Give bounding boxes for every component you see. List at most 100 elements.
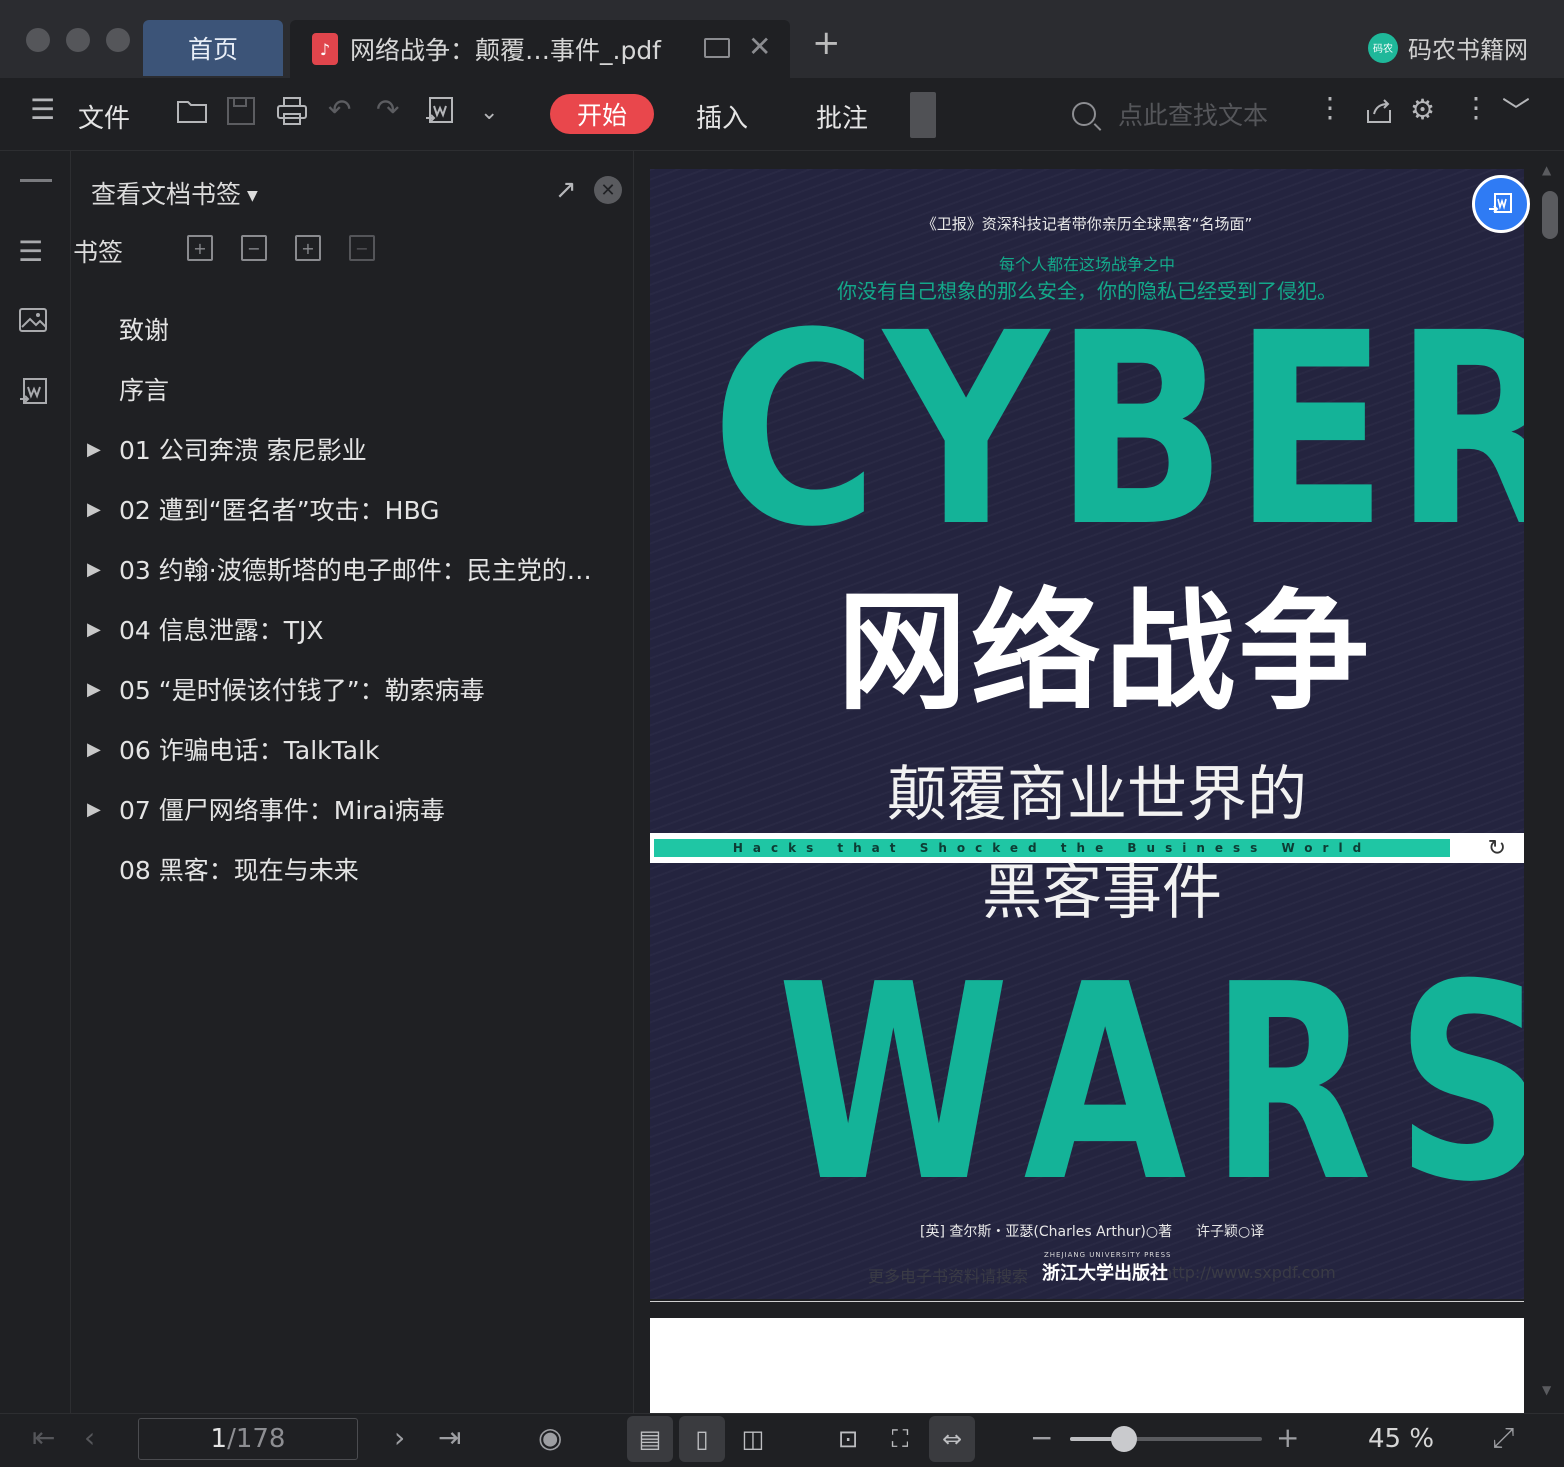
- page-number-field[interactable]: 1/178: [138, 1418, 358, 1460]
- cover-press: 浙江大学出版社: [1042, 1263, 1168, 1284]
- cover-author: [英] 查尔斯・亚瑟(Charles Arthur)○著: [920, 1224, 1173, 1240]
- redo-icon[interactable]: ↷: [376, 96, 399, 124]
- pop-out-arrow-icon[interactable]: ↗: [555, 175, 577, 205]
- brand[interactable]: 码农 码农书籍网: [1368, 30, 1528, 65]
- more-vertical-icon[interactable]: ⋮: [1316, 94, 1344, 122]
- window-minimize-button[interactable]: [66, 28, 90, 52]
- cover-subtitle2: 黑客事件: [982, 858, 1222, 928]
- expand-arrow-icon[interactable]: ▶: [87, 799, 101, 820]
- app-window: 首页 ♪ 网络战争：颠覆…事件_.pdf ✕ + 码农 码农书籍网 ☰ 文件 ↶…: [0, 0, 1564, 1467]
- expand-arrow-icon[interactable]: ▶: [87, 679, 101, 700]
- first-page-icon[interactable]: ⇤: [32, 1424, 55, 1452]
- fit-page-icon[interactable]: ⛶: [877, 1416, 923, 1462]
- floating-convert-button[interactable]: [1472, 175, 1530, 233]
- bookmarks-label: 书签: [73, 238, 124, 267]
- fullscreen-icon[interactable]: ⤢: [1492, 1424, 1514, 1452]
- cover-cyber-word: CYBER: [711, 277, 1524, 585]
- outline-item[interactable]: 08 黑客：现在与未来: [71, 839, 631, 899]
- single-page-view-icon[interactable]: ▯: [679, 1416, 725, 1462]
- cover-wars-word: WARS: [777, 926, 1524, 1241]
- cover-band-text: Hacks that Shocked the Business World: [654, 839, 1450, 857]
- delete-bookmark-icon[interactable]: −: [349, 235, 375, 261]
- outline-item[interactable]: ▶ 05 “是时候该付钱了”：勒索病毒: [71, 659, 631, 719]
- zoom-slider-knob[interactable]: [1110, 1426, 1137, 1452]
- expand-arrow-icon[interactable]: ▶: [87, 499, 101, 520]
- cover-press-en: ZHEJIANG UNIVERSITY PRESS: [1044, 1251, 1172, 1259]
- outline-list-icon[interactable]: ☰: [18, 235, 43, 268]
- document-view[interactable]: 《卫报》资深科技记者带你亲历全球黑客“名场面” 每个人都在这场战争之中 你没有自…: [634, 151, 1564, 1413]
- search-input[interactable]: 点此查找文本: [1118, 96, 1268, 132]
- left-rail: ☰: [0, 151, 71, 1413]
- outline-item[interactable]: ▶ 03 约翰·波德斯塔的电子邮件：民主党的…: [71, 539, 631, 599]
- page-separator: [650, 1301, 1524, 1302]
- outline-item[interactable]: ▶ 06 诈骗电话：TalkTalk: [71, 719, 631, 779]
- outline-item[interactable]: 序言: [71, 359, 631, 419]
- expand-all-icon[interactable]: +: [187, 235, 213, 261]
- window-zoom-button[interactable]: [106, 28, 130, 52]
- more-dropdown-icon[interactable]: ⌄: [480, 102, 498, 124]
- eye-protection-icon[interactable]: ◉: [538, 1424, 562, 1452]
- panel-title-dropdown[interactable]: 查看文档书签 ▼: [91, 175, 258, 211]
- collapse-all-icon[interactable]: −: [241, 235, 267, 261]
- tab-annotate[interactable]: 批注: [816, 98, 868, 135]
- print-icon[interactable]: [276, 96, 308, 131]
- tab-insert[interactable]: 插入: [696, 98, 748, 135]
- zoom-in-icon[interactable]: +: [1276, 1424, 1299, 1452]
- thumbnail-image-icon[interactable]: [18, 307, 48, 340]
- expand-arrow-icon[interactable]: ▶: [87, 739, 101, 760]
- previous-page-icon[interactable]: ‹: [84, 1424, 95, 1452]
- outline-item-label: 04 信息泄露：TJX: [119, 616, 324, 645]
- window-close-button[interactable]: [26, 28, 50, 52]
- search-box[interactable]: 点此查找文本: [1072, 94, 1268, 134]
- continuous-view-icon[interactable]: ▤: [627, 1416, 673, 1462]
- outline-item[interactable]: ▶ 01 公司奔溃 索尼影业: [71, 419, 631, 479]
- pdf-file-icon: ♪: [312, 33, 338, 65]
- caret-down-icon: ▼: [247, 188, 258, 204]
- file-menu[interactable]: 文件: [78, 98, 130, 135]
- tab-home[interactable]: 首页: [143, 20, 283, 76]
- expand-arrow-icon[interactable]: ▶: [87, 559, 101, 580]
- last-page-icon[interactable]: ⇥: [438, 1424, 461, 1452]
- bookmark-outline: 致谢 序言 ▶ 01 公司奔溃 索尼影业 ▶ 02 遭到“匿名者”攻击：HBG ▶ 03 约翰…: [71, 299, 631, 899]
- fit-width-icon[interactable]: ⇔: [929, 1416, 975, 1462]
- expand-arrow-icon[interactable]: ▶: [87, 439, 101, 460]
- convert-doc-icon[interactable]: [18, 377, 50, 416]
- bookmark-panel: 查看文档书签 ▼ ↗ ✕ 书签 + − + − 致谢 序言 ▶ 01 公司奔溃 索尼影业…: [71, 151, 634, 1413]
- outline-item[interactable]: ▶ 02 遭到“匿名者”攻击：HBG: [71, 479, 631, 539]
- ribbon-scroll-handle[interactable]: [910, 92, 936, 138]
- vertical-scrollbar[interactable]: [1542, 191, 1558, 239]
- two-page-view-icon[interactable]: ◫: [730, 1416, 776, 1462]
- collapse-ribbon-chevron-icon[interactable]: ﹀: [1502, 98, 1530, 126]
- open-folder-icon[interactable]: [176, 96, 208, 129]
- actual-size-icon[interactable]: ⊡: [825, 1416, 871, 1462]
- total-pages: /178: [227, 1424, 286, 1454]
- overflow-menu-icon[interactable]: ⋮: [1462, 94, 1490, 122]
- panel-toggle-icon[interactable]: [20, 179, 52, 182]
- close-tab-icon[interactable]: ✕: [748, 30, 771, 63]
- outline-item[interactable]: ▶ 07 僵尸网络事件：Mirai病毒: [71, 779, 631, 839]
- new-tab-button[interactable]: +: [812, 26, 841, 60]
- next-page-icon[interactable]: ›: [394, 1424, 405, 1452]
- add-bookmark-icon[interactable]: +: [295, 235, 321, 261]
- scroll-down-arrow-icon[interactable]: ▼: [1542, 1383, 1551, 1397]
- convert-to-word-icon[interactable]: [424, 96, 456, 133]
- zoom-out-icon[interactable]: −: [1030, 1424, 1053, 1452]
- settings-gear-icon[interactable]: ⚙: [1410, 96, 1435, 124]
- zoom-level[interactable]: 45 %: [1368, 1424, 1434, 1454]
- zoom-slider[interactable]: [1070, 1426, 1262, 1452]
- share-icon[interactable]: [1364, 96, 1394, 131]
- outline-item[interactable]: 致谢: [71, 299, 631, 359]
- monitor-icon[interactable]: [704, 38, 730, 58]
- outline-item[interactable]: ▶ 04 信息泄露：TJX: [71, 599, 631, 659]
- cover-watermark-url: http://www.sxpdf.com: [1162, 1263, 1336, 1282]
- scroll-up-arrow-icon[interactable]: ▲: [1542, 163, 1551, 177]
- hamburger-menu-icon[interactable]: ☰: [30, 96, 55, 124]
- tab-start[interactable]: 开始: [550, 94, 654, 134]
- expand-arrow-icon[interactable]: ▶: [87, 619, 101, 640]
- save-icon[interactable]: [226, 96, 256, 131]
- undo-icon[interactable]: ↶: [328, 96, 351, 124]
- tab-document[interactable]: ♪ 网络战争：颠覆…事件_.pdf ✕: [290, 20, 790, 78]
- outline-item-label: 03 约翰·波德斯塔的电子邮件：民主党的…: [119, 556, 592, 585]
- close-panel-icon[interactable]: ✕: [594, 176, 622, 204]
- cover-watermark: 更多电子书资料请搜索: [868, 1267, 1029, 1286]
